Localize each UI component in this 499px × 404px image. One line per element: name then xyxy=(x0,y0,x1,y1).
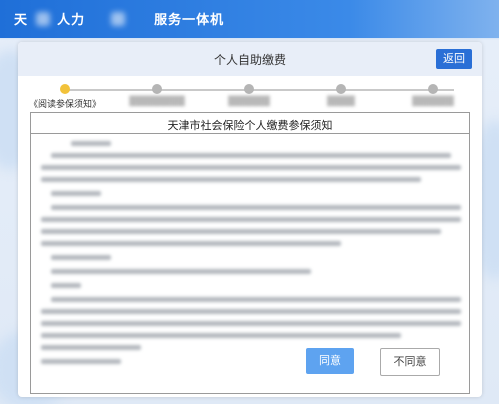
blurred-text xyxy=(41,321,461,326)
step-dot xyxy=(244,84,254,94)
step-2: ████████ xyxy=(112,82,202,107)
app-title-part: 天 xyxy=(14,13,29,28)
blurred-text xyxy=(41,309,461,314)
blurred-text xyxy=(51,191,101,196)
step-dot-active xyxy=(60,84,70,94)
step-dot xyxy=(428,84,438,94)
blurred-text xyxy=(41,333,401,338)
step-label-blurred: ████ xyxy=(327,97,355,107)
step-label-blurred: ██████ xyxy=(228,97,270,107)
blurred-text xyxy=(71,141,111,146)
kiosk-screen: 天 人力 服务一体机 个人自助缴费 返回 《阅读参保须知》 ████████ █… xyxy=(0,0,499,404)
blurred-text xyxy=(51,297,461,302)
app-header: 天 人力 服务一体机 xyxy=(0,0,499,38)
back-button[interactable]: 返回 xyxy=(436,49,472,69)
blurred-text xyxy=(41,177,421,182)
step-dot xyxy=(336,84,346,94)
step-5: ██████ xyxy=(388,82,478,107)
disagree-button[interactable]: 不同意 xyxy=(380,348,440,376)
blurred-text xyxy=(35,12,50,26)
self-service-payment-panel: 个人自助缴费 返回 《阅读参保须知》 ████████ ██████ ████ … xyxy=(18,42,482,397)
blurred-text xyxy=(51,255,111,260)
blurred-text xyxy=(51,269,311,274)
app-title-part: 人力 xyxy=(57,13,86,28)
step-label-blurred: ██████ xyxy=(412,97,454,107)
blurred-text xyxy=(41,217,461,222)
blurred-text xyxy=(41,359,121,364)
panel-title: 个人自助缴费 xyxy=(213,53,286,67)
step-dot xyxy=(152,84,162,94)
agree-button[interactable]: 同意 xyxy=(306,348,354,374)
blurred-text xyxy=(41,241,341,246)
step-label: 《阅读参保须知》 xyxy=(28,100,101,110)
step-3: ██████ xyxy=(204,82,294,107)
step-read-notice[interactable]: 《阅读参保须知》 xyxy=(20,82,110,110)
blurred-text xyxy=(110,12,125,26)
app-title: 天 人力 服务一体机 xyxy=(14,9,224,28)
blurred-text xyxy=(41,229,441,234)
panel-header: 个人自助缴费 返回 xyxy=(18,42,482,76)
step-4: ████ xyxy=(296,82,386,107)
document-title: 天津市社会保险个人缴费参保须知 xyxy=(167,119,333,132)
divider xyxy=(31,133,469,134)
step-label-blurred: ████████ xyxy=(129,97,185,107)
blurred-text xyxy=(51,283,81,288)
blurred-text xyxy=(51,153,451,158)
app-title-part: 服务一体机 xyxy=(154,13,225,28)
blurred-text xyxy=(41,165,461,170)
blurred-text xyxy=(41,345,141,350)
blurred-text xyxy=(51,205,461,210)
